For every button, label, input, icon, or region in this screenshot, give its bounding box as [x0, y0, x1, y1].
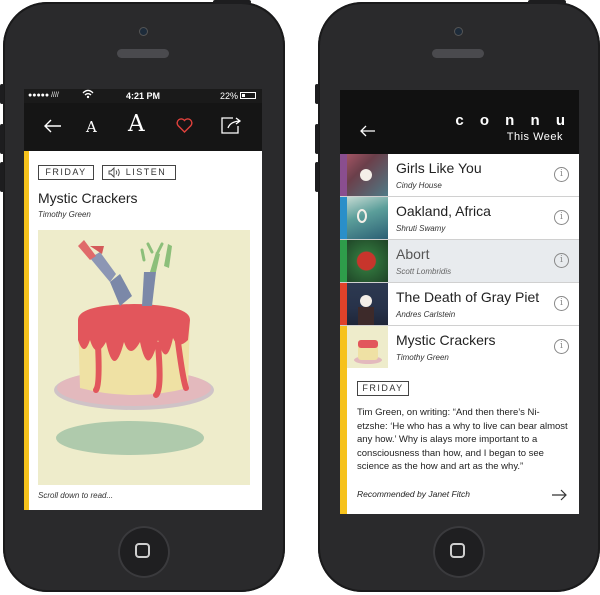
brand-wordmark: c o n n u [455, 112, 571, 129]
story-author: Scott Lombridis [396, 267, 452, 276]
home-button[interactable] [118, 526, 170, 578]
story-title: Abort [396, 246, 430, 262]
earpiece-speaker [432, 49, 484, 58]
story-thumbnail [340, 283, 388, 325]
favorite-button[interactable] [176, 118, 193, 138]
list-item[interactable]: Abort Scott Lombridis i [340, 240, 579, 283]
speaker-icon [108, 166, 122, 182]
day-tag: FRIDAY [38, 165, 94, 180]
story-author: Cindy House [396, 181, 442, 190]
power-button [528, 0, 566, 4]
power-button [213, 0, 251, 4]
recommended-by: Recommended by Janet Fitch [357, 489, 470, 499]
day-tag: FRIDAY [357, 381, 409, 396]
story-excerpt: Tim Green, on writing: “And then there’s… [357, 407, 568, 472]
info-icon[interactable]: i [554, 210, 569, 225]
info-icon[interactable]: i [554, 296, 569, 311]
front-camera [455, 28, 462, 35]
story-author: Timothy Green [396, 353, 449, 362]
story-color-stripe [340, 240, 347, 282]
list-item[interactable]: The Death of Gray Piet Andres Carlstein … [340, 283, 579, 326]
scroll-hint: Scroll down to read... [38, 491, 114, 500]
mute-switch [315, 84, 319, 104]
right-screen: c o n n u This Week Girls Like You Cindy… [340, 90, 579, 514]
story-title: The Death of Gray Piet [396, 289, 540, 305]
story-color-stripe [340, 326, 347, 514]
arrow-left-icon [360, 125, 375, 137]
day-accent-bar [24, 151, 29, 510]
battery-icon [240, 92, 256, 99]
article-title: Mystic Crackers [38, 190, 138, 206]
heart-icon [176, 118, 193, 133]
back-button[interactable] [44, 119, 62, 138]
story-color-stripe [340, 283, 347, 325]
list-item[interactable]: Oakland, Africa Shruti Swamy i [340, 197, 579, 240]
story-title: Oakland, Africa [396, 203, 491, 219]
info-icon[interactable]: i [554, 167, 569, 182]
volume-up-button [0, 124, 4, 154]
share-icon [221, 117, 242, 134]
right-phone: c o n n u This Week Girls Like You Cindy… [315, 0, 600, 592]
battery-percent: 22% [220, 91, 239, 101]
signal-indicator: ●●●●● //// [28, 92, 59, 99]
arrow-left-icon [44, 119, 61, 133]
status-bar: ●●●●● //// 4:21 PM 22% [24, 89, 262, 103]
listen-label: LISTEN [125, 167, 167, 177]
font-size-decrease-button[interactable]: A [86, 118, 97, 136]
article-author: Timothy Green [38, 210, 91, 219]
list-header: c o n n u This Week [340, 90, 579, 154]
story-thumbnail [340, 197, 388, 239]
story-thumbnail [340, 240, 388, 282]
mute-switch [0, 84, 4, 104]
list-item[interactable]: Girls Like You Cindy House i [340, 154, 579, 197]
article-toolbar: A A [24, 103, 262, 151]
story-title: Mystic Crackers [396, 332, 496, 348]
front-camera [140, 28, 147, 35]
story-color-stripe [340, 154, 347, 196]
info-icon[interactable]: i [554, 339, 569, 354]
clock: 4:21 PM [126, 91, 161, 101]
earpiece-speaker [117, 49, 169, 58]
header-subtitle: This Week [506, 131, 563, 143]
font-size-increase-button[interactable]: A [128, 111, 145, 137]
share-button[interactable] [220, 117, 242, 139]
read-story-button[interactable] [551, 488, 567, 506]
info-icon[interactable]: i [554, 253, 569, 268]
story-author: Andres Carlstein [396, 310, 456, 319]
article-illustration [38, 230, 250, 485]
volume-up-button [315, 124, 319, 154]
home-button[interactable] [433, 526, 485, 578]
story-thumbnail [340, 154, 388, 196]
left-screen: ●●●●● //// 4:21 PM 22% A A FRIDAY LISTEN… [24, 89, 262, 510]
volume-down-button [0, 162, 4, 192]
back-button[interactable] [360, 124, 376, 142]
listen-button[interactable]: LISTEN [102, 165, 176, 180]
list-item[interactable]: Mystic Crackers Timothy Green i [340, 326, 579, 514]
volume-down-button [315, 162, 319, 192]
wifi-icon [82, 89, 94, 101]
arrow-right-icon [552, 489, 567, 501]
left-phone: ●●●●● //// 4:21 PM 22% A A FRIDAY LISTEN… [0, 0, 285, 592]
story-author: Shruti Swamy [396, 224, 446, 233]
story-thumbnail [340, 326, 388, 368]
story-title: Girls Like You [396, 160, 482, 176]
story-color-stripe [340, 197, 347, 239]
